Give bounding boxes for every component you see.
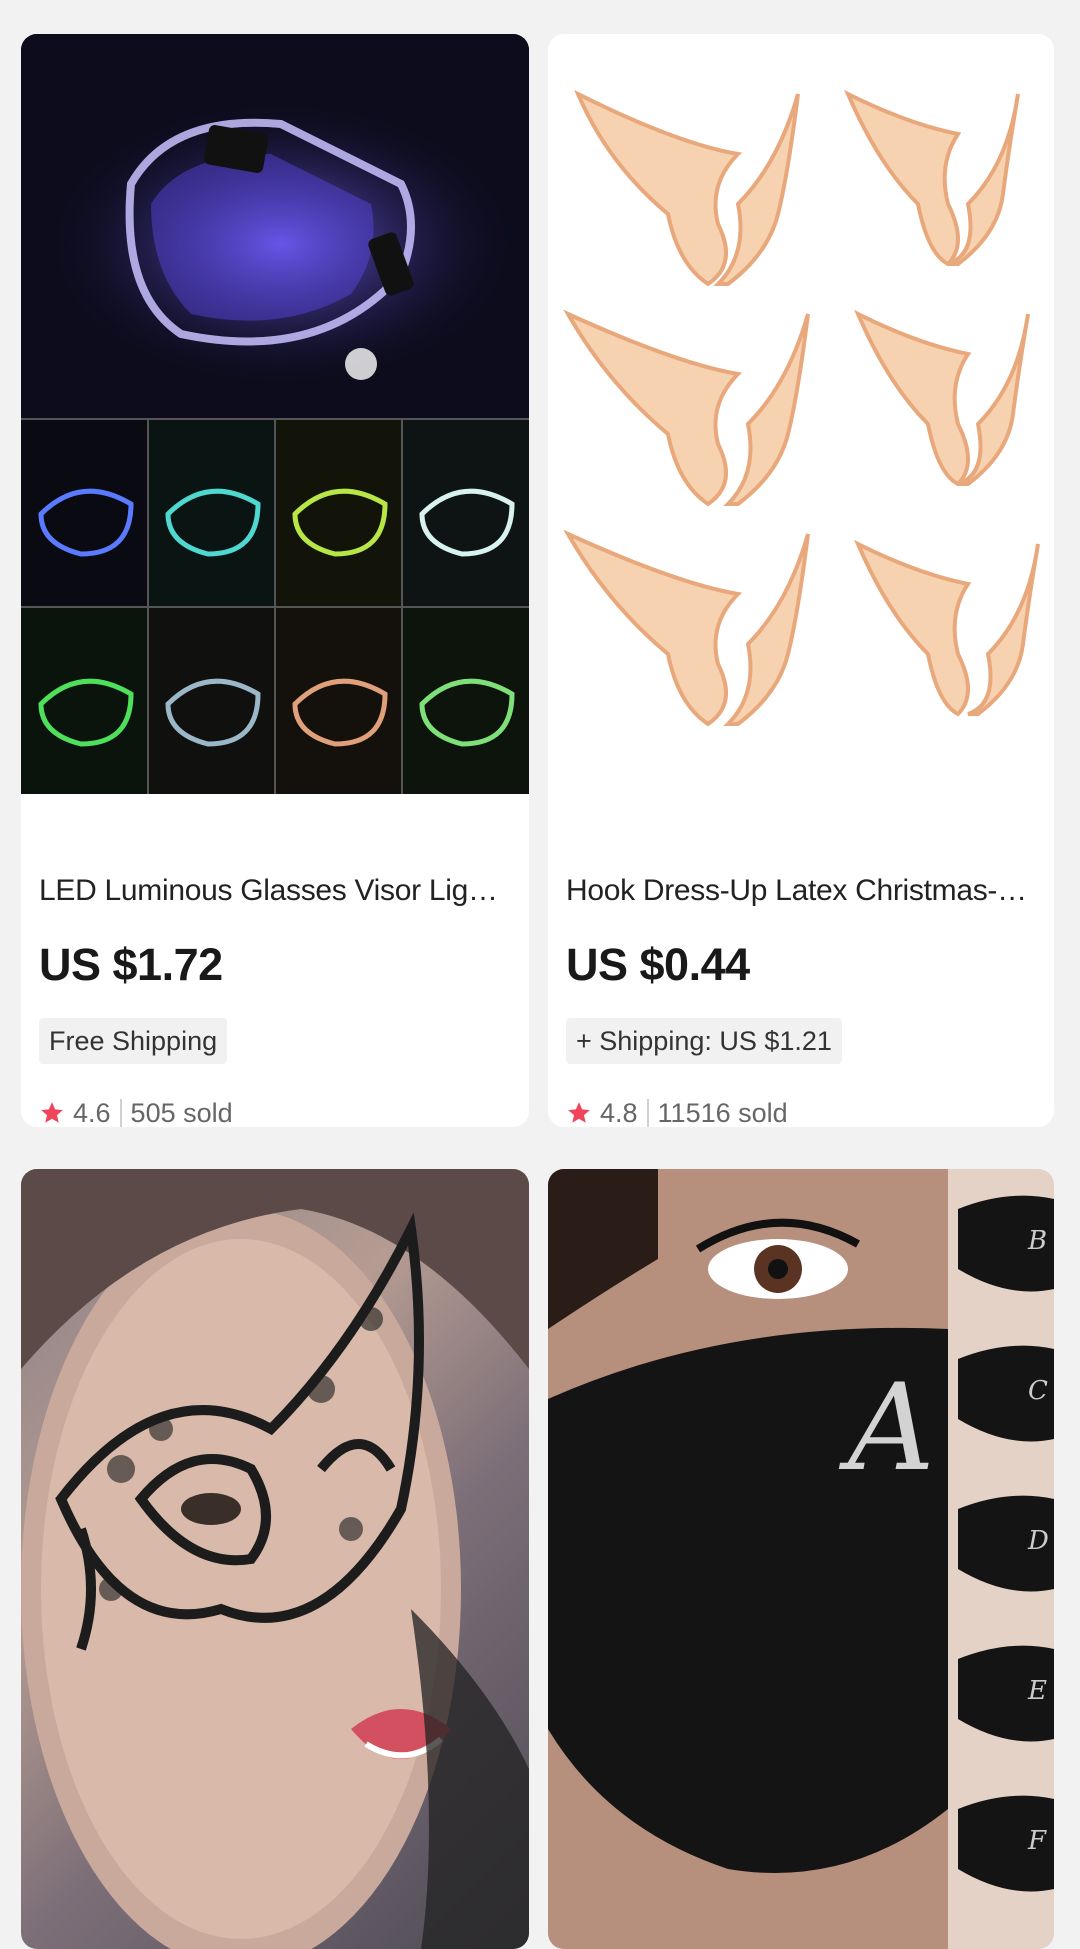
product-title[interactable]: LED Luminous Glasses Visor Light-Up E... [39,874,511,908]
lace-eye-mask-image [21,1169,529,1949]
product-price: US $0.44 [566,939,750,990]
divider [119,1099,122,1127]
product-card[interactable] [21,1169,529,1949]
product-image[interactable] [21,34,529,794]
product-card[interactable]: A B C D E F [548,1169,1054,1949]
rating-value: 4.8 [600,1097,638,1128]
product-grid: LED Luminous Glasses Visor Light-Up E...… [0,0,1080,1949]
mask-letter: A [838,1359,935,1498]
product-card[interactable]: LED Luminous Glasses Visor Light-Up E...… [21,34,529,1127]
product-card[interactable]: Hook Dress-Up Latex Christmas-Decor ... … [548,34,1054,1127]
mask-letter: C [1028,1376,1048,1406]
sold-count: 11516 sold [657,1097,788,1128]
product-image[interactable] [548,34,1054,794]
mask-letter: F [1027,1826,1047,1856]
sold-count: 505 sold [130,1097,233,1128]
shipping-badge: Free Shipping [39,1018,228,1064]
product-title[interactable]: Hook Dress-Up Latex Christmas-Decor ... [566,874,1038,908]
star-icon [41,1102,63,1123]
mask-letter: E [1027,1676,1047,1706]
star-icon [568,1102,590,1123]
product-image[interactable] [21,1169,529,1949]
rating-row: 4.8 11516 sold [566,1092,788,1127]
led-visor-glasses-image [21,34,529,794]
product-image[interactable]: A B C D E F [548,1169,1054,1949]
rhinestone-face-mask-image: A B C D E F [548,1169,1054,1949]
shipping-badge: + Shipping: US $1.21 [566,1018,842,1064]
rating-row: 4.6 505 sold [39,1092,233,1127]
divider [646,1099,649,1127]
elf-ears-image [563,89,1040,727]
rating-value: 4.6 [73,1097,111,1128]
mask-letter: D [1027,1526,1049,1556]
product-price: US $1.72 [39,939,223,990]
mask-letter: B [1027,1226,1047,1256]
